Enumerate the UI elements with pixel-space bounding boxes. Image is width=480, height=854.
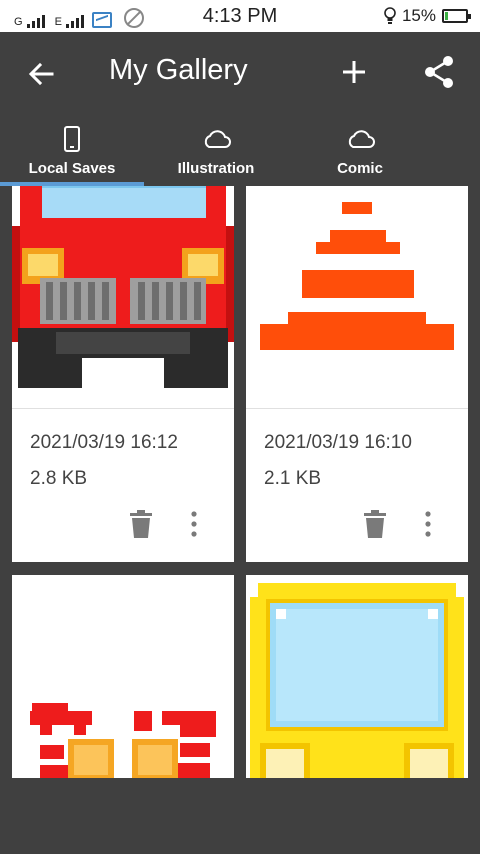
battery-icon [442,9,471,23]
phone-icon [63,126,81,152]
battery-level [445,12,449,20]
tab-label: Local Saves [28,160,116,177]
cloud-icon [345,126,375,152]
file-size: 2.1 KB [264,468,322,489]
tab-label: Illustration [177,160,255,177]
status-bar: G E 4:13 PM 15% [0,0,480,32]
red-pixel-art-thumbnail[interactable] [12,575,234,778]
file-size: 2.8 KB [30,468,88,489]
battery-percent: 15% [401,6,436,25]
tab-comic[interactable]: Comic [288,114,432,186]
gallery-card[interactable]: 2021/03/19 16:10 2.1 KB [246,186,468,562]
gallery-card[interactable]: 2021/03/19 16:12 2.8 KB [12,186,234,562]
bulb-icon [384,7,396,25]
trash-icon[interactable] [128,508,154,540]
orange-cone-thumbnail[interactable] [246,186,468,408]
bottom-area [0,778,480,854]
back-arrow-icon[interactable] [22,54,62,94]
save-date: 2021/03/19 16:12 [30,432,178,453]
page-title: My Gallery [109,54,248,86]
tab-local-saves[interactable]: Local Saves [0,114,144,186]
gallery-card[interactable] [12,575,234,778]
trash-icon[interactable] [362,508,388,540]
tab-bar: Local Saves Illustration Comic [0,114,480,186]
status-right: 15% [384,6,471,26]
more-options-icon[interactable] [420,508,436,540]
cloud-icon [201,126,231,152]
save-date: 2021/03/19 16:10 [264,432,412,453]
card-divider [12,408,234,409]
card-divider [246,408,468,409]
tab-illustration[interactable]: Illustration [144,114,288,186]
tab-label: Comic [337,160,383,177]
share-icon[interactable] [420,52,460,92]
yellow-pixel-art-thumbnail[interactable] [246,575,468,778]
add-icon[interactable] [336,54,372,90]
app-bar: My Gallery [0,32,480,114]
gallery-card[interactable] [246,575,468,778]
more-options-icon[interactable] [186,508,202,540]
red-truck-thumbnail[interactable] [12,186,234,408]
gallery-grid: 2021/03/19 16:12 2.8 KB 2021/03/19 16:10… [0,186,480,778]
